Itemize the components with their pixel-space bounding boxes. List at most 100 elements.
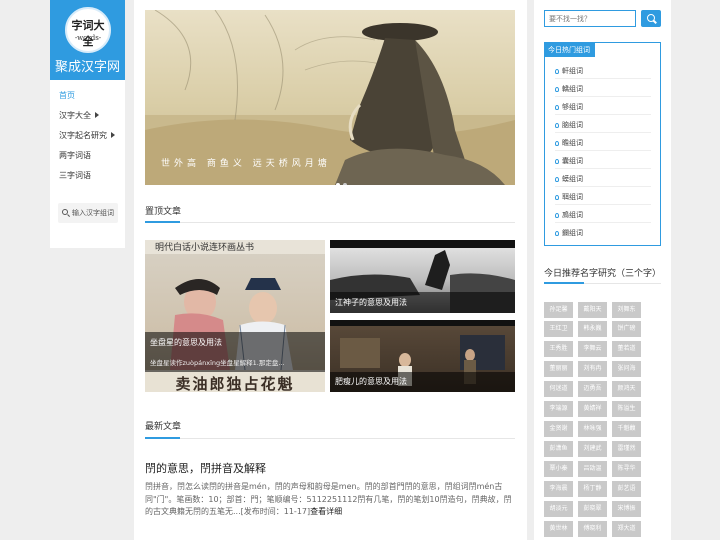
- card-image-caption: 卖油郎独占花魁: [175, 375, 295, 392]
- name-tag[interactable]: 陈寻华: [612, 461, 641, 477]
- name-tag[interactable]: 戴阳天: [578, 302, 607, 318]
- name-tag[interactable]: 覃小秦: [544, 461, 573, 477]
- banner-slider[interactable]: 世外高 商鱼义 远天桥风月塘: [145, 10, 515, 185]
- nav-item-two-char-words[interactable]: 两字词语: [59, 150, 91, 161]
- hot-word-link[interactable]: 瞻组词: [555, 138, 583, 148]
- slider-dot[interactable]: [343, 183, 347, 185]
- name-tag[interactable]: 陈溢生: [612, 401, 641, 417]
- name-tag[interactable]: 张问海: [612, 361, 641, 377]
- main-column: 世外高 商鱼义 远天桥风月塘 置顶文章 明代白话小说连环画丛书 卖油郎独占花魁 …: [134, 0, 527, 540]
- sticky-card-zuopanxing[interactable]: 明代白话小说连环画丛书 卖油郎独占花魁 坐盘星的意思及用法 坐盘星读作zuòpá…: [145, 240, 325, 392]
- hot-word-label: 鳭组词: [562, 211, 583, 219]
- sticky-card-jiangshenzi[interactable]: 江神子的意思及用法: [330, 240, 515, 313]
- lightbulb-icon: [555, 105, 559, 110]
- name-tag[interactable]: 千魁馥: [612, 421, 641, 437]
- name-tag[interactable]: 颜鸿天: [612, 381, 641, 397]
- nav-item-label: 两字词语: [59, 151, 91, 160]
- lightbulb-icon: [555, 69, 559, 74]
- logo-badge-title: 字词大全: [71, 19, 105, 48]
- name-tag[interactable]: 李端源: [544, 401, 573, 417]
- name-tag[interactable]: 彭艺语: [612, 481, 641, 497]
- hot-word-label: 囊组词: [562, 157, 583, 165]
- hot-word-link[interactable]: 够组词: [555, 102, 583, 112]
- name-tag[interactable]: 韩永巍: [578, 321, 607, 337]
- caret-right-icon: [111, 132, 115, 138]
- name-tag[interactable]: 饼广磅: [612, 321, 641, 337]
- name-tag[interactable]: 李海晨: [544, 481, 573, 497]
- divider: [555, 204, 651, 205]
- nav-item-label: 汉字起名研究: [59, 131, 107, 140]
- name-tag[interactable]: 董丽丽: [544, 361, 573, 377]
- lightbulb-icon: [555, 213, 559, 218]
- hot-word-link[interactable]: 聑组词: [555, 192, 583, 202]
- name-tag[interactable]: 彭晓翠: [578, 501, 607, 517]
- nav-item-naming-research[interactable]: 汉字起名研究: [59, 130, 115, 141]
- lightbulb-icon: [555, 159, 559, 164]
- name-tag[interactable]: 王红卫: [544, 321, 573, 337]
- name-tag[interactable]: 金贤谢: [544, 421, 573, 437]
- name-tag[interactable]: 刘建武: [578, 441, 607, 457]
- hot-word-label: 蟆组词: [562, 175, 583, 183]
- section-underline: [145, 221, 180, 223]
- hot-word-label: 鑭组词: [562, 229, 583, 237]
- search-input[interactable]: [544, 10, 636, 27]
- article-title-link[interactable]: 閅的意思，閅拼音及解释: [145, 460, 266, 476]
- name-tag[interactable]: 刘舞东: [612, 302, 641, 318]
- hot-word-label: 够组词: [562, 103, 583, 111]
- name-tag[interactable]: 迈勇吾: [578, 381, 607, 397]
- nav-item-hanzi-daquan[interactable]: 汉字大全: [59, 110, 99, 121]
- name-tag[interactable]: 王秀胜: [544, 341, 573, 357]
- name-tag[interactable]: 雷瑾然: [612, 441, 641, 457]
- name-tag[interactable]: 杨丁静: [578, 481, 607, 497]
- hot-word-link[interactable]: 軒组词: [555, 66, 583, 76]
- latest-section-title: 最新文章: [145, 422, 182, 432]
- sticky-card-feishouer[interactable]: 肥瘦儿的意思及用法: [330, 320, 515, 392]
- name-tag[interactable]: 黄世林: [544, 521, 573, 537]
- name-tag[interactable]: 彭潇鱼: [544, 441, 573, 457]
- hot-words-title: 今日热门组词: [545, 43, 595, 57]
- side-search-button[interactable]: 输入汉字组词: [58, 203, 118, 223]
- name-tag[interactable]: 胡淡元: [544, 501, 573, 517]
- divider: [555, 78, 651, 79]
- name-tag[interactable]: 孙足馨: [544, 302, 573, 318]
- hot-word-link[interactable]: 鳭组词: [555, 210, 583, 220]
- nav-item-three-char-words[interactable]: 三字词语: [59, 170, 91, 181]
- hot-word-link[interactable]: 蟆组词: [555, 174, 583, 184]
- card-image-text: 明代白话小说连环画丛书: [155, 243, 255, 253]
- name-tag[interactable]: 林咏强: [578, 421, 607, 437]
- name-tag[interactable]: 吕劭温: [578, 461, 607, 477]
- hot-word-link[interactable]: 鑭组词: [555, 228, 583, 238]
- divider: [555, 114, 651, 115]
- hot-word-label: 脑组词: [562, 121, 583, 129]
- divider: [555, 168, 651, 169]
- nav-item-home[interactable]: 首页: [59, 90, 75, 101]
- hot-word-link[interactable]: 轎组词: [555, 84, 583, 94]
- card-title: 江神子的意思及用法: [330, 292, 515, 313]
- hot-word-label: 轎组词: [562, 85, 583, 93]
- lightbulb-icon: [555, 123, 559, 128]
- card-overlay: 坐盘星的意思及用法 坐盘星读作zuòpánxīng坐盘星解释1.那定盘...: [145, 332, 325, 372]
- read-more-link[interactable]: 查看详细: [310, 507, 342, 516]
- hot-word-link[interactable]: 脑组词: [555, 120, 583, 130]
- name-tag[interactable]: 刘有冉: [578, 361, 607, 377]
- name-tag[interactable]: 宋博振: [612, 501, 641, 517]
- name-tag[interactable]: 李舞云: [578, 341, 607, 357]
- hot-word-label: 軒组词: [562, 67, 583, 75]
- name-tag[interactable]: 何迷道: [544, 381, 573, 397]
- divider: [145, 438, 515, 439]
- name-tag[interactable]: 董若道: [612, 341, 641, 357]
- recommended-names-title: 今日推荐名字研究（三个字）: [544, 269, 662, 279]
- nav-item-label: 汉字大全: [59, 111, 91, 120]
- slider-dot[interactable]: [336, 183, 340, 185]
- hot-word-link[interactable]: 囊组词: [555, 156, 583, 166]
- search-button[interactable]: [641, 10, 661, 27]
- nav-item-label: 首页: [59, 91, 75, 100]
- name-tag[interactable]: 黄婧祥: [578, 401, 607, 417]
- left-sidebar: 字词大全 -words- 聚成汉字网 首页 汉字大全 汉字起名研究 两字词语 三…: [50, 0, 125, 248]
- card-description: 坐盘星读作zuòpánxīng坐盘星解释1.那定盘...: [150, 359, 285, 367]
- site-logo[interactable]: 字词大全 -words- 聚成汉字网: [50, 0, 125, 80]
- name-tag[interactable]: 郑大道: [612, 521, 641, 537]
- banner-caption: 世外高 商鱼义 远天桥风月塘: [161, 159, 331, 169]
- name-tag[interactable]: 傅晓利: [578, 521, 607, 537]
- lightbulb-icon: [555, 177, 559, 182]
